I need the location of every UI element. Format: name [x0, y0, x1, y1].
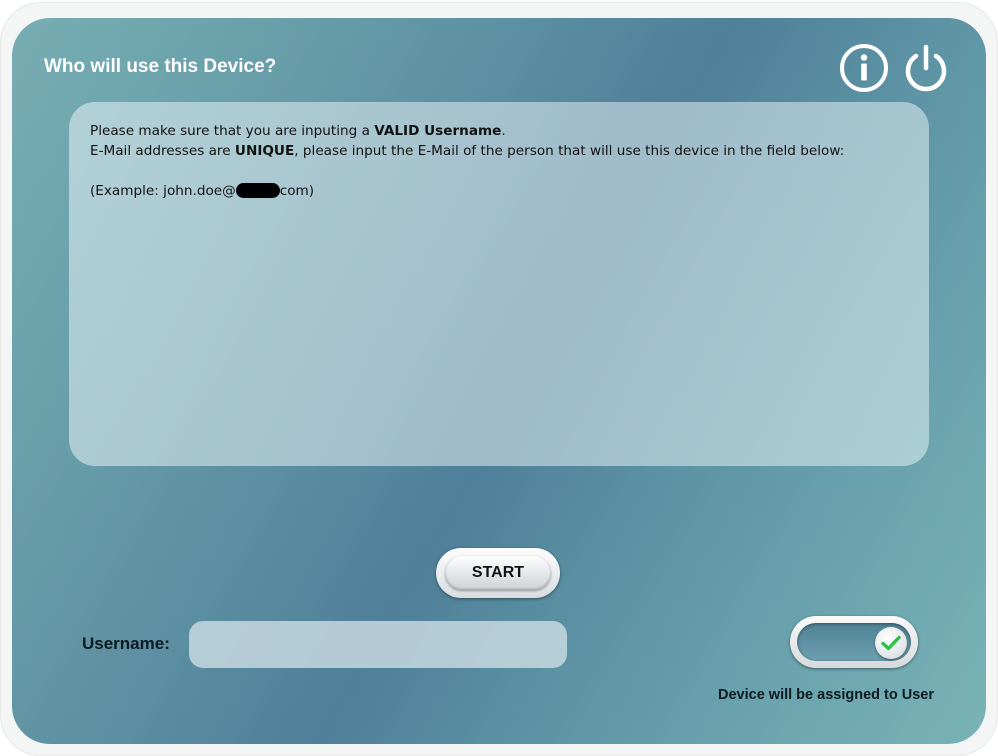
start-button-label: START [445, 556, 551, 590]
device-assignment-window: Who will use this Device? Please make su… [12, 18, 986, 744]
assign-toggle-label: Device will be assigned to User [718, 687, 934, 703]
instruction-text: , please input the E-Mail of the person … [294, 143, 845, 159]
check-icon [881, 635, 901, 651]
start-button[interactable]: START [436, 548, 560, 598]
example-text: com) [279, 183, 315, 199]
instructions-text: Please make sure that you are inputing a… [90, 121, 844, 201]
instruction-text: Please make sure that you are inputing a [90, 123, 375, 139]
instruction-line-valid-username: Please make sure that you are inputing a… [90, 121, 844, 141]
instruction-line-unique-email: E-Mail addresses are UNIQUE, please inpu… [90, 141, 844, 161]
page-title: Who will use this Device? [44, 56, 277, 77]
instruction-emphasis: UNIQUE [234, 143, 295, 159]
info-icon[interactable] [838, 42, 890, 94]
instruction-text: . [501, 123, 506, 139]
toggle-knob [875, 627, 907, 659]
instruction-emphasis: VALID Username [374, 123, 502, 139]
example-email-line: (Example: john.doe@ com) [90, 181, 844, 201]
username-input[interactable] [189, 621, 567, 668]
power-icon[interactable] [900, 42, 952, 94]
assign-to-user-toggle[interactable] [790, 616, 918, 668]
username-label: Username: [82, 634, 170, 653]
instructions-panel: Please make sure that you are inputing a… [69, 102, 929, 466]
instruction-text: E-Mail addresses are [90, 143, 235, 159]
example-text: (Example: john.doe@ [90, 183, 236, 199]
redacted-domain [235, 183, 280, 198]
toggle-track [797, 623, 911, 661]
